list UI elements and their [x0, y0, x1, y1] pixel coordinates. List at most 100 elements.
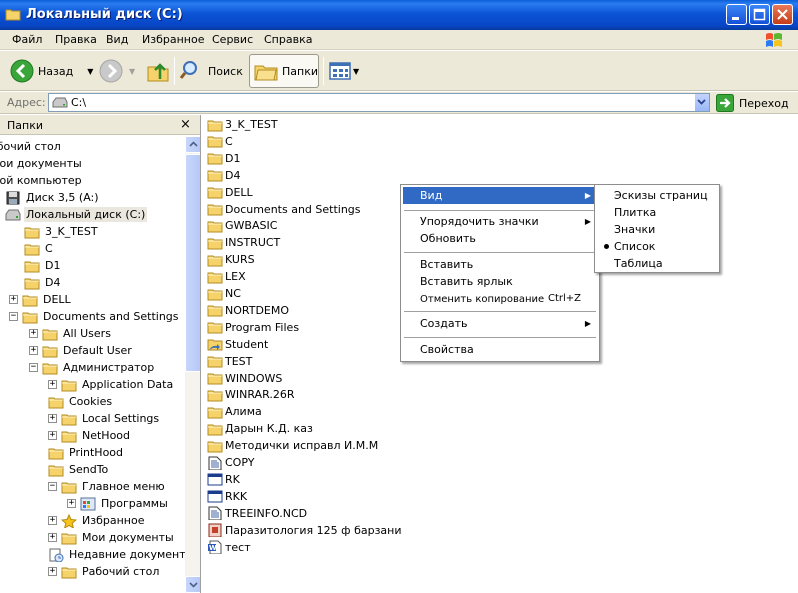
expand-icon[interactable]: + [29, 346, 38, 355]
back-dropdown-icon[interactable]: ▼ [87, 67, 93, 76]
tree-item[interactable]: Мой компьютер [0, 172, 84, 189]
menu-edit[interactable]: Правка [55, 33, 97, 46]
menu-favorites[interactable]: Избранное [142, 33, 204, 46]
tree-item[interactable]: + Application Data [48, 376, 175, 393]
forward-button[interactable]: ▼ [99, 54, 135, 88]
file-list-item[interactable]: DELL [207, 184, 253, 201]
title-bar[interactable]: Локальный диск (C:) [0, 0, 798, 30]
expand-icon[interactable]: + [48, 533, 57, 542]
scroll-down-button[interactable] [185, 576, 200, 593]
file-list-item[interactable]: WINDOWS [207, 370, 282, 387]
submenu-item-tiles[interactable]: Плитка [597, 204, 717, 221]
folders-button[interactable]: Папки [249, 54, 319, 88]
file-list-item[interactable]: Дарын К.Д. каз [207, 420, 313, 437]
expand-icon[interactable]: + [67, 499, 76, 508]
tree-item[interactable]: D1 [24, 257, 62, 274]
submenu-item-thumbnails[interactable]: Эскизы страниц [597, 187, 717, 204]
tree-item[interactable]: Мои документы [0, 155, 84, 172]
tree-item[interactable]: + All Users [29, 325, 113, 342]
collapse-icon[interactable]: − [29, 363, 38, 372]
expand-icon[interactable]: + [9, 295, 18, 304]
file-list-item[interactable]: NC [207, 285, 241, 302]
file-list-item[interactable]: Wтест [207, 539, 251, 556]
tree-item[interactable]: SendTo [48, 461, 110, 478]
file-list-item[interactable]: 3_K_TEST [207, 116, 278, 133]
file-list-item[interactable]: Student [207, 336, 268, 353]
tree-item[interactable]: − Главное меню [48, 478, 167, 495]
tree-item[interactable]: Недавние документ [48, 546, 188, 563]
tree-item[interactable]: Cookies [48, 393, 114, 410]
file-list-item[interactable]: D1 [207, 150, 240, 167]
address-dropdown-button[interactable] [694, 94, 709, 111]
menu-item-paste-shortcut[interactable]: Вставить ярлык [403, 273, 597, 290]
back-button[interactable]: Назад ▼ [10, 54, 93, 88]
tree-item[interactable]: − Documents and Settings [9, 308, 181, 325]
maximize-button[interactable] [749, 4, 770, 25]
file-list-item[interactable]: Documents and Settings [207, 201, 361, 218]
expand-icon[interactable]: + [48, 414, 57, 423]
tree-item[interactable]: + DELL [9, 291, 73, 308]
file-list-item[interactable]: RK [207, 471, 240, 488]
tree-item[interactable]: − Администратор [29, 359, 156, 376]
expand-icon[interactable]: + [48, 431, 57, 440]
file-list-item[interactable]: Паразитология 125 ф барзани [207, 522, 402, 539]
tree-item[interactable]: + Default User [29, 342, 134, 359]
tree-item[interactable]: + Мои документы [48, 529, 176, 546]
expand-icon[interactable]: + [48, 380, 57, 389]
up-folder-button[interactable] [146, 54, 170, 88]
tree-item[interactable]: + Рабочий стол [48, 563, 161, 580]
scroll-up-button[interactable] [185, 136, 200, 153]
menu-tools[interactable]: Сервис [212, 33, 253, 46]
file-list-item[interactable]: Методички исправл И.М.М [207, 437, 378, 454]
menu-item-arrange-icons[interactable]: Упорядочить значки ▶ [403, 213, 597, 230]
close-button[interactable] [772, 4, 793, 25]
menu-item-undo-copy[interactable]: Отменить копирование Ctrl+Z [403, 290, 597, 307]
menu-file[interactable]: Файл [12, 33, 42, 46]
file-list-item[interactable]: WINRAR.26R [207, 386, 294, 403]
menu-item-properties[interactable]: Свойства [403, 341, 597, 358]
submenu-item-icons[interactable]: Значки [597, 221, 717, 238]
expand-icon[interactable]: + [48, 516, 57, 525]
expand-icon[interactable]: + [29, 329, 38, 338]
file-list-item[interactable]: C [207, 133, 233, 150]
menu-item-paste[interactable]: Вставить [403, 256, 597, 273]
file-list-item[interactable]: TEST [207, 353, 252, 370]
file-list-item[interactable]: COPY [207, 454, 254, 471]
collapse-icon[interactable]: − [9, 312, 18, 321]
search-button[interactable]: Поиск [180, 54, 243, 88]
file-list-item[interactable]: D4 [207, 167, 240, 184]
menu-help[interactable]: Справка [264, 33, 312, 46]
tree-item[interactable]: PrintHood [48, 444, 125, 461]
menu-item-refresh[interactable]: Обновить [403, 230, 597, 247]
views-button[interactable]: ▼ [329, 54, 359, 88]
minimize-button[interactable] [726, 4, 747, 25]
menu-view[interactable]: Вид [106, 33, 128, 46]
tree-item[interactable]: D4 [24, 274, 62, 291]
tree-item[interactable]: + Избранное [48, 512, 146, 529]
file-list-item[interactable]: NORTDEMO [207, 302, 289, 319]
tree-item[interactable]: абочий стол [0, 138, 63, 155]
submenu-item-details[interactable]: Таблица [597, 255, 717, 272]
tree-scrollbar[interactable] [185, 136, 200, 593]
tree-item[interactable]: + NetHood [48, 427, 132, 444]
submenu-item-list[interactable]: Список [597, 238, 717, 255]
file-list-item[interactable]: Program Files [207, 319, 299, 336]
close-pane-icon[interactable]: × [180, 117, 191, 132]
tree-item[interactable]: 3_K_TEST [24, 223, 100, 240]
file-list-item[interactable]: KURS [207, 251, 255, 268]
tree-item[interactable]: + Программы [67, 495, 170, 512]
menu-item-create[interactable]: Создать ▶ [403, 315, 597, 332]
forward-dropdown-icon[interactable]: ▼ [129, 67, 135, 76]
tree-item[interactable]: Локальный диск (C:) [5, 206, 148, 223]
file-list-item[interactable]: LEX [207, 268, 246, 285]
views-dropdown-icon[interactable]: ▼ [353, 67, 359, 76]
expand-icon[interactable]: + [48, 567, 57, 576]
menu-item-view[interactable]: Вид ▶ [403, 187, 597, 204]
tree-item[interactable]: + Local Settings [48, 410, 161, 427]
go-button[interactable]: Переход [716, 94, 789, 112]
scroll-thumb[interactable] [185, 154, 200, 372]
file-list-item[interactable]: INSTRUCT [207, 234, 280, 251]
tree-item[interactable]: Диск 3,5 (A:) [5, 189, 101, 206]
file-list-item[interactable]: TREEINFO.NCD [207, 505, 307, 522]
file-list-item[interactable]: Алима [207, 403, 262, 420]
